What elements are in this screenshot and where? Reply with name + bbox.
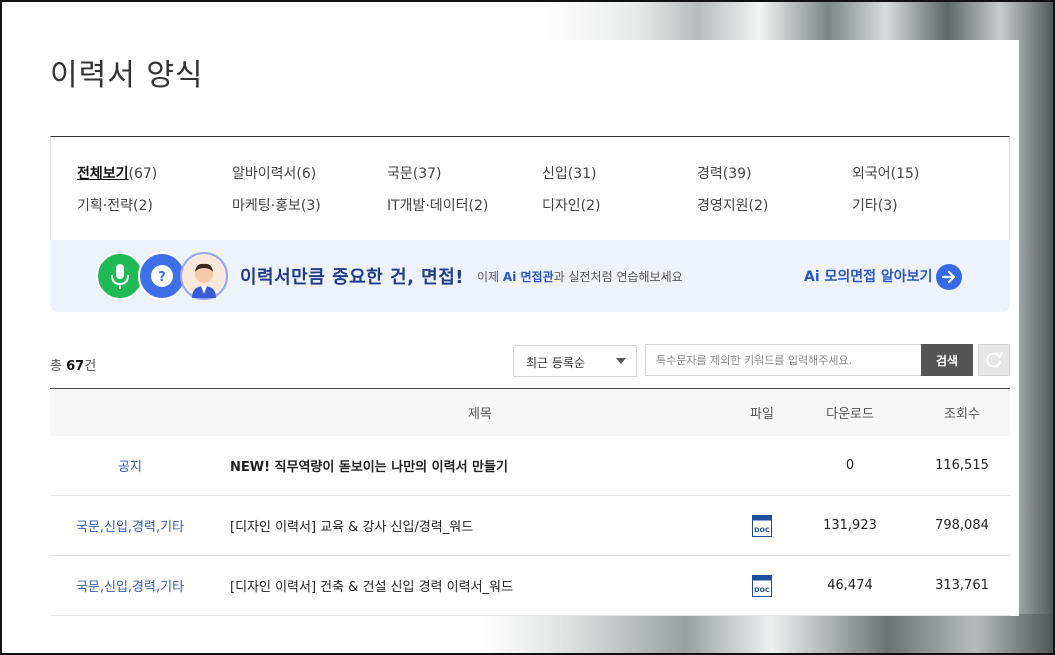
total-post: 건 [84,359,97,374]
category-count: (2) [748,198,769,214]
category-name: 알바이력서 [232,166,297,182]
header-downloads: 다운로드 [826,407,874,422]
row-title-link[interactable]: [디자인 이력서] 건축 & 건설 신입 경력 이력서_워드 [230,576,513,595]
banner-sub-pre: 이제 [477,270,503,284]
search-button[interactable]: 검색 [921,344,973,376]
row-downloads: 0 [845,458,855,473]
row-downloads: 131,923 [823,518,877,533]
banner-link-rest: 알아보기 [876,269,933,285]
screenshot-frame: 이력서 양식 전체보기(67) 알바이력서(6) 국문(37) 신입(31) 경… [0,0,1055,655]
ai-mock-interview-link[interactable]: Ai 모의면접 알아보기 [804,266,932,286]
banner-sub-bold: Ai 면접관 [502,270,554,284]
doc-file-icon[interactable]: DOC [752,574,772,597]
row-views: 798,084 [935,518,989,533]
category-foreign-language[interactable]: 외국어(15) [852,163,919,183]
category-count: (31) [567,166,597,182]
table-row[interactable]: 국문,신입,경력,기타 [디자인 이력서] 교육 & 강사 신입/경력_워드 D… [50,496,1010,556]
category-name: 경력 [697,166,723,182]
category-name: 기획·전략 [77,198,133,214]
category-name: IT개발·데이터 [387,198,469,214]
row-title[interactable]: [디자인 이력서] 교육 & 강사 신입/경력_워드 [230,496,730,555]
category-name: 국문 [387,166,413,182]
category-etc[interactable]: 기타(3) [852,195,898,215]
category-name: 외국어 [852,166,891,182]
row-file[interactable]: DOC [730,556,794,615]
banner-headline: 이력서만큼 중요한 건, 면접! [240,267,465,288]
question-bubble-icon: ? [138,252,186,300]
category-all[interactable]: 전체보기(67) [77,163,157,183]
category-design[interactable]: 디자인(2) [542,195,600,215]
interviewer-avatar-icon [180,252,228,300]
header-views: 조회수 [944,407,980,422]
background-blur-bottom [482,614,1053,653]
category-count: (3) [300,198,321,214]
total-number: 67 [66,359,85,374]
category-count: (15) [890,166,920,182]
total-count: 총 67건 [50,355,96,374]
row-title[interactable]: [디자인 이력서] 건축 & 건설 신입 경력 이력서_워드 [230,556,730,615]
total-pre: 총 [50,359,67,374]
banner-subtext: 이제 Ai 면접관과 실전처럼 연습해보세요 [477,268,683,285]
category-count: (67) [128,166,158,182]
header-file: 파일 [750,407,774,422]
category-count: (37) [412,166,442,182]
category-count: (2) [580,198,601,214]
banner-sub-post: 과 실전처럼 연습해보세요 [553,270,683,284]
category-it-dev[interactable]: IT개발·데이터(2) [387,195,488,215]
row-file [730,436,794,495]
category-korean[interactable]: 국문(37) [387,163,442,183]
category-name: 경영지원 [697,198,749,214]
category-name: 기타 [852,198,878,214]
table-row[interactable]: 국문,신입,경력,기타 [디자인 이력서] 건축 & 건설 신입 경력 이력서_… [50,556,1010,616]
row-title[interactable]: NEW! 직무역량이 돋보이는 나만의 이력서 만들기 [230,436,730,495]
refresh-icon [986,351,1003,368]
category-count: (2) [468,198,489,214]
row-file[interactable]: DOC [730,496,794,555]
ai-interview-banner[interactable]: ? 이력서만큼 중요한 건, 면접! 이제 Ai 면접관과 실전처럼 연습해보세… [50,240,1010,312]
category-name: 전체보기 [77,166,129,182]
category-experienced[interactable]: 경력(39) [697,163,752,183]
microphone-icon [96,252,144,300]
row-category: 공지 [118,460,142,475]
row-title-link[interactable]: [디자인 이력서] 교육 & 강사 신입/경력_워드 [230,516,473,535]
sort-select[interactable]: 최근 등록순 [513,345,637,377]
svg-text:?: ? [158,270,166,285]
row-downloads: 46,474 [827,578,873,593]
row-title-link[interactable]: NEW! 직무역량이 돋보이는 나만의 이력서 만들기 [230,456,508,475]
category-count: (2) [132,198,153,214]
svg-text:DOC: DOC [754,526,770,534]
category-count: (6) [296,166,317,182]
category-planning[interactable]: 기획·전략(2) [77,195,153,215]
row-views: 313,761 [935,578,989,593]
category-entry[interactable]: 신입(31) [542,163,597,183]
category-filter: 전체보기(67) 알바이력서(6) 국문(37) 신입(31) 경력(39) 외… [50,136,1010,240]
arrow-right-icon[interactable] [936,264,962,290]
row-category: 국문,신입,경력,기타 [75,580,185,595]
category-name: 마케팅·홍보 [232,198,301,214]
category-name: 신입 [542,166,568,182]
search-input[interactable] [645,344,922,376]
row-category: 국문,신입,경력,기타 [75,520,185,535]
table-row[interactable]: 공지 NEW! 직무역량이 돋보이는 나만의 이력서 만들기 0 116,515 [50,436,1010,496]
category-count: (39) [722,166,752,182]
resume-table: 제목 파일 다운로드 조회수 공지 NEW! 직무역량이 돋보이는 나만의 이력… [50,388,1010,616]
row-views: 116,515 [935,458,989,473]
page-title: 이력서 양식 [50,58,204,93]
category-management[interactable]: 경영지원(2) [697,195,768,215]
table-header: 제목 파일 다운로드 조회수 [50,389,1010,436]
category-count: (3) [877,198,898,214]
reset-refresh-button[interactable] [978,344,1010,376]
svg-text:DOC: DOC [754,586,770,594]
header-title: 제목 [468,407,492,422]
sort-selected-value: 최근 등록순 [526,356,586,370]
category-name: 디자인 [542,198,581,214]
category-marketing[interactable]: 마케팅·홍보(3) [232,195,321,215]
doc-file-icon[interactable]: DOC [752,514,772,537]
category-part-time[interactable]: 알바이력서(6) [232,163,316,183]
banner-link-bold: Ai 모의면접 [804,269,877,285]
caret-down-icon [616,358,626,364]
